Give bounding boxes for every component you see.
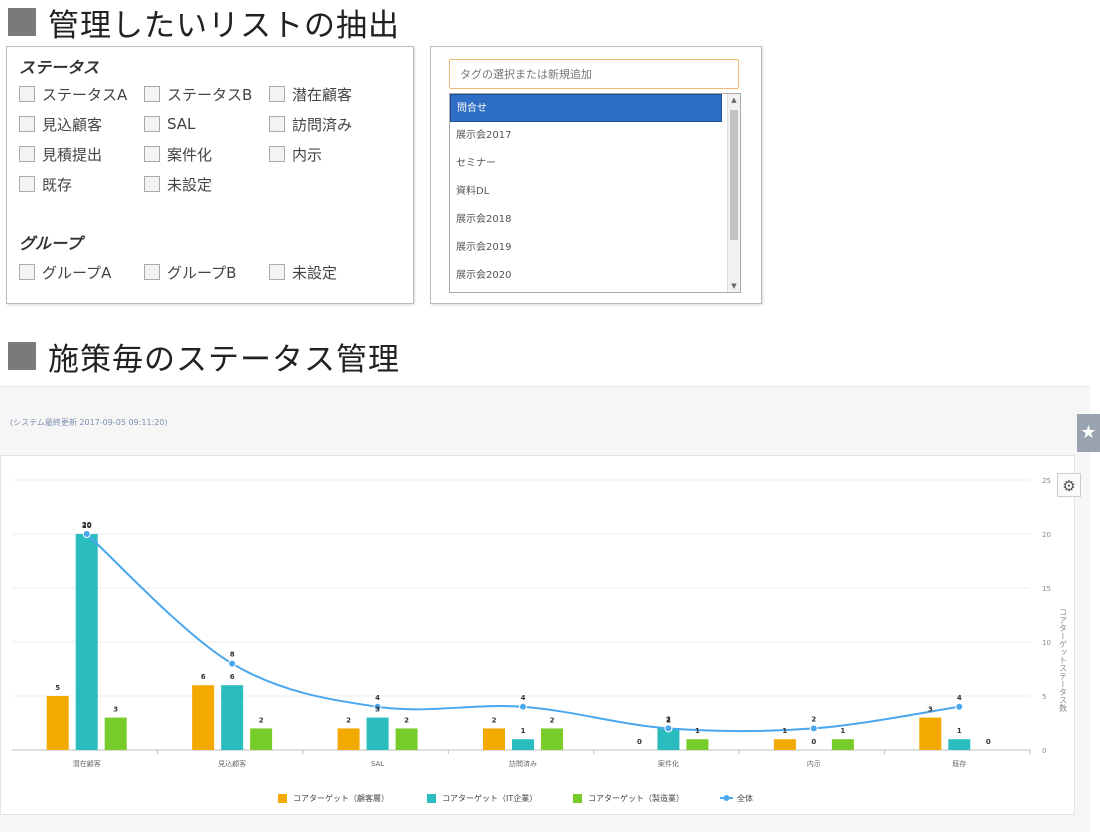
favorite-star-button[interactable]: ★: [1077, 414, 1100, 452]
tag-option[interactable]: 問合せ: [450, 94, 722, 122]
title-square-icon: [8, 342, 36, 370]
checkbox[interactable]: [269, 86, 285, 102]
filter-checkbox-option[interactable]: 見積提出: [19, 143, 102, 165]
filter-checkbox-option[interactable]: グループB: [144, 261, 236, 283]
checkbox[interactable]: [19, 146, 35, 162]
checkbox[interactable]: [19, 116, 35, 132]
checkbox-label: 見込顧客: [42, 115, 103, 134]
checkbox-label: グループB: [167, 263, 237, 282]
chart-settings-button[interactable]: ⚙: [1057, 473, 1081, 497]
title-square-icon: [8, 8, 36, 36]
list-section-title-text: 管理したいリストの抽出: [48, 7, 400, 44]
filter-checkbox-option[interactable]: ステータスB: [144, 83, 252, 105]
checkbox[interactable]: [144, 86, 160, 102]
checkbox-label: 訪問済み: [292, 115, 353, 134]
checkbox[interactable]: [269, 264, 285, 280]
checkbox-label: SAL: [167, 115, 196, 133]
scroll-down-arrow-icon[interactable]: ▼: [728, 280, 740, 292]
chart-container: [0, 455, 1075, 815]
filter-checkbox-option[interactable]: 潜在顧客: [269, 83, 352, 105]
star-icon: ★: [1080, 422, 1097, 443]
tag-list-scrollbar[interactable]: ▲ ▼: [727, 94, 740, 292]
filter-checkbox-option[interactable]: 案件化: [144, 143, 212, 165]
checkbox[interactable]: [269, 146, 285, 162]
tag-search-input[interactable]: [449, 59, 739, 89]
checkbox-label: 未設定: [292, 263, 338, 282]
filter-checkbox-option[interactable]: 訪問済み: [269, 113, 352, 135]
tag-option[interactable]: 展示会2020: [450, 262, 722, 290]
filter-checkbox-option[interactable]: 既存: [19, 173, 72, 195]
checkbox-label: 見積提出: [42, 145, 103, 164]
status-group-label: ステータス: [19, 58, 100, 77]
status-section-title-text: 施策毎のステータス管理: [48, 341, 400, 378]
last-updated-text: (システム最終更新 2017-09-05 09:11:20): [10, 418, 168, 427]
gear-icon: ⚙: [1062, 477, 1076, 495]
list-section-title: 管理したいリストの抽出: [8, 2, 400, 44]
filter-checkbox-option[interactable]: 未設定: [144, 173, 212, 195]
checkbox[interactable]: [144, 146, 160, 162]
checkbox-label: 案件化: [167, 145, 213, 164]
tag-option[interactable]: 資料DL: [450, 178, 722, 206]
tag-panel: 問合せ展示会2017セミナー資料DL展示会2018展示会2019展示会2020 …: [430, 46, 762, 304]
filter-checkbox-option[interactable]: グループA: [19, 261, 111, 283]
checkbox[interactable]: [19, 264, 35, 280]
group-group-label: グループ: [19, 234, 83, 253]
checkbox[interactable]: [19, 176, 35, 192]
scroll-thumb[interactable]: [730, 110, 738, 240]
checkbox[interactable]: [144, 264, 160, 280]
checkbox-label: 潜在顧客: [292, 85, 353, 104]
filter-checkbox-option[interactable]: ステータスA: [19, 83, 127, 105]
report-panel: (システム最終更新 2017-09-05 09:11:20): [0, 386, 1090, 832]
checkbox-label: 既存: [42, 175, 73, 194]
filter-checkbox-option[interactable]: 見込顧客: [19, 113, 102, 135]
scroll-up-arrow-icon[interactable]: ▲: [728, 94, 740, 106]
checkbox-label: ステータスB: [167, 85, 253, 104]
tag-option[interactable]: 展示会2018: [450, 206, 722, 234]
checkbox-label: グループA: [42, 263, 112, 282]
tag-listbox[interactable]: 問合せ 展示会2017 セミナー 資料DL 展示会2018 展示会2019 展示会2020 …: [449, 93, 741, 293]
filter-checkbox-option[interactable]: 未設定: [269, 261, 337, 283]
filter-checkbox-option[interactable]: SAL: [144, 113, 195, 135]
filter-checkbox-option[interactable]: 内示: [269, 143, 322, 165]
tag-option[interactable]: セミナー: [450, 150, 722, 178]
checkbox[interactable]: [144, 176, 160, 192]
checkbox-label: 未設定: [167, 175, 213, 194]
tag-option[interactable]: 展示会2019: [450, 234, 722, 262]
status-section-title: 施策毎のステータス管理: [8, 336, 400, 378]
checkbox[interactable]: [144, 116, 160, 132]
tag-option[interactable]: 展示会2017: [450, 122, 722, 150]
checkbox[interactable]: [19, 86, 35, 102]
filter-panel: ステータス ステータスA ステータスB 潜在顧客見込顧客 SAL 訪問済み見積提出 案件化…: [6, 46, 414, 304]
checkbox-label: 内示: [292, 145, 323, 164]
checkbox[interactable]: [269, 116, 285, 132]
checkbox-label: ステータスA: [42, 85, 128, 104]
